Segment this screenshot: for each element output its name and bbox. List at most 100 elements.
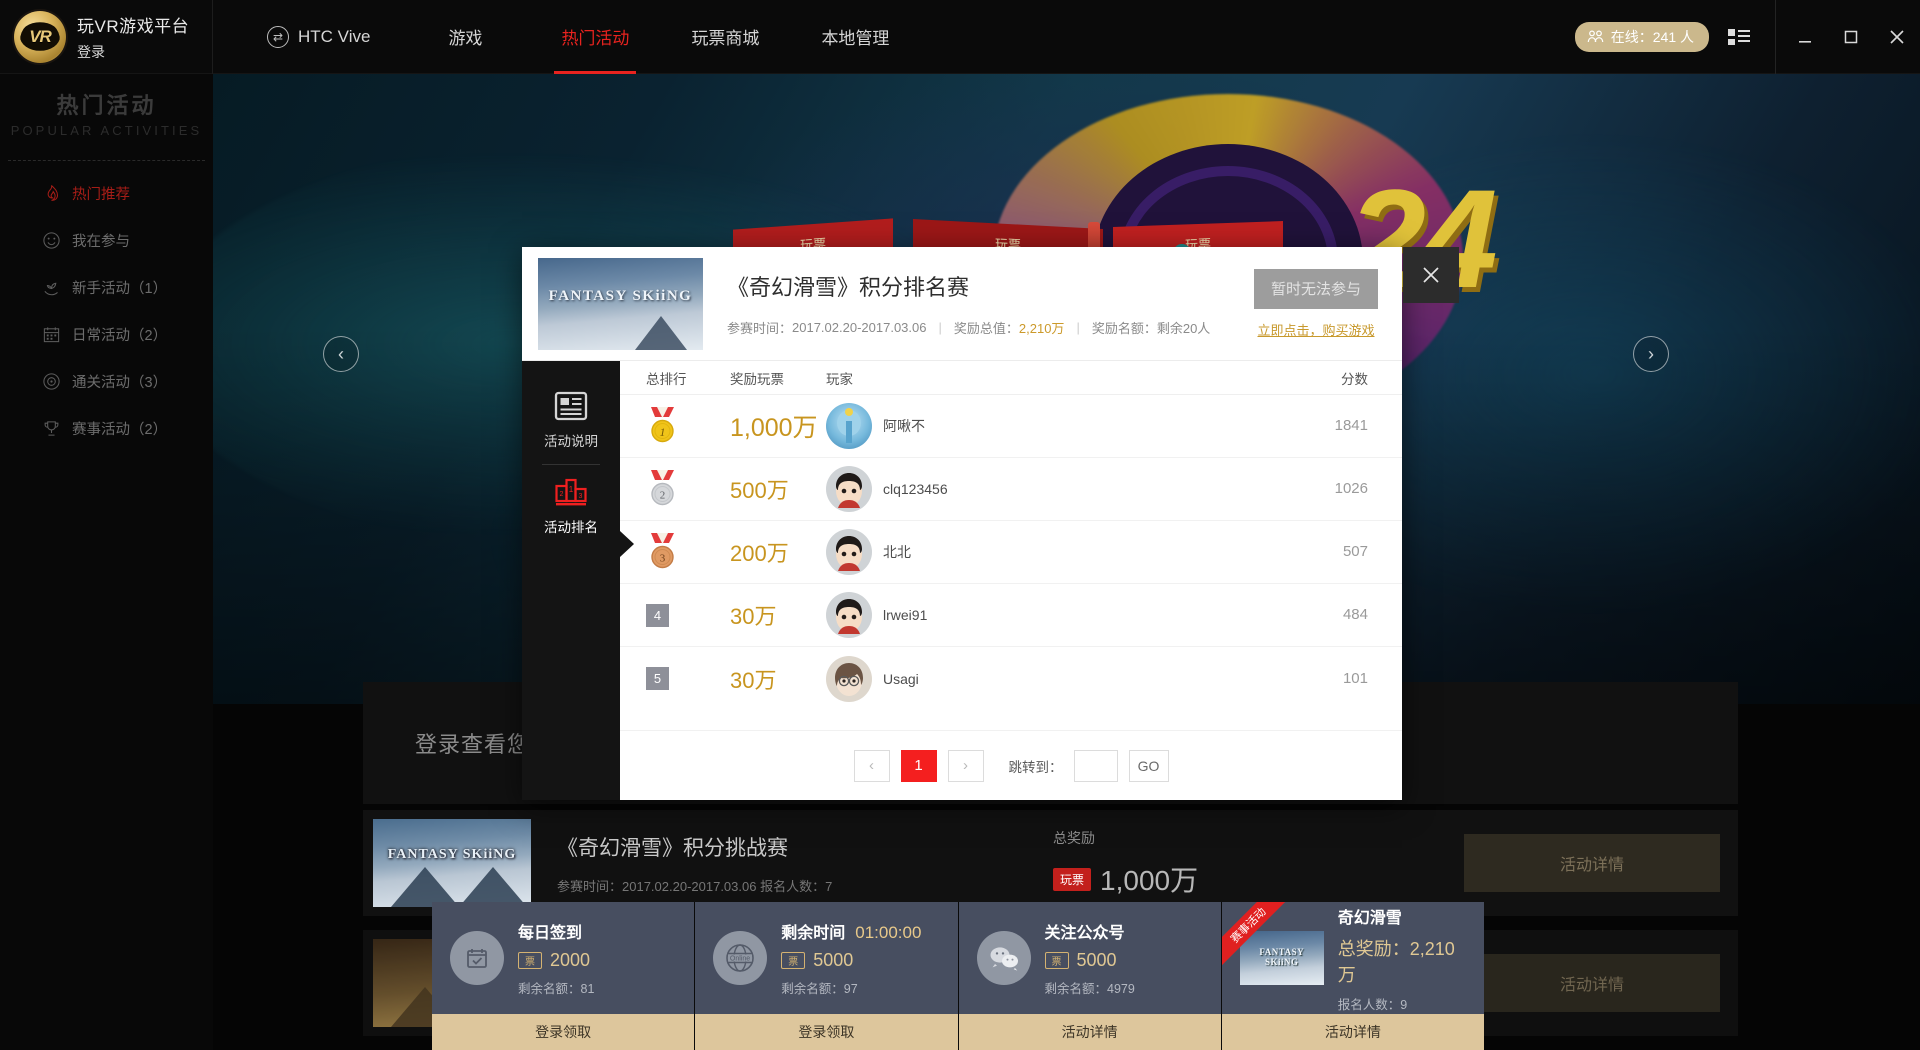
pagination-go-button[interactable]: GO bbox=[1128, 749, 1169, 782]
banner-prev-button[interactable]: ‹ bbox=[323, 336, 359, 372]
task-card-fantasy-skiing[interactable]: 赛事活动 FANTASY SKiiNG 奇幻滑雪 总奖励：2,210万 报名人数… bbox=[1221, 902, 1484, 1050]
table-row[interactable]: 3 200万 北北 507 bbox=[620, 521, 1402, 584]
tab-activity-ranking[interactable]: 1 2 3 活动排名 bbox=[522, 465, 620, 550]
task-subtext: 剩余名额：4979 bbox=[1044, 982, 1135, 996]
task-title: 剩余时间 bbox=[781, 925, 846, 942]
nav-item-popular-activities[interactable]: 热门活动 bbox=[530, 0, 660, 74]
nav-item-games[interactable]: 游戏 bbox=[400, 0, 530, 74]
nav-item-htc-vive[interactable]: ⇄ HTC Vive bbox=[237, 0, 400, 74]
sidebar-item-my-participation[interactable]: 我在参与 bbox=[0, 222, 213, 259]
tab-activity-description[interactable]: 活动说明 bbox=[522, 379, 620, 464]
activity-detail-button[interactable]: 活动详情 bbox=[1464, 834, 1720, 892]
app-root: VR 玩VR游戏平台 登录 ⇄ HTC Vive 游戏 热门活动 玩票商城 本地… bbox=[0, 0, 1920, 1050]
task-card-online-time[interactable]: Online 剩余时间 01:00:00 票 5000 剩余名额：97 登录领取 bbox=[695, 902, 959, 1050]
svg-text:3: 3 bbox=[579, 493, 583, 500]
player-score: 101 bbox=[1342, 669, 1368, 687]
article-icon bbox=[554, 391, 588, 421]
task-action-button[interactable]: 登录领取 bbox=[432, 1014, 695, 1050]
close-icon[interactable] bbox=[1874, 0, 1920, 74]
buy-game-link[interactable]: 立即点击，购买游戏 bbox=[1257, 320, 1374, 339]
reward-ticket-value: 200万 bbox=[730, 541, 789, 566]
avatar bbox=[826, 592, 872, 638]
pagination-next-button[interactable]: › bbox=[947, 749, 984, 782]
tab-active-pointer bbox=[620, 531, 634, 557]
task-subtext: 剩余名额：97 bbox=[781, 982, 858, 996]
task-subtext: 报名人数：9 bbox=[1337, 997, 1408, 1012]
banner-next-button[interactable]: › bbox=[1633, 336, 1669, 372]
ranking-panel: 总排行 奖励玩票 玩家 分数 1 1,000万 阿啾不 1841 2 500万 … bbox=[620, 361, 1402, 800]
task-title-row: 剩余时间 01:00:00 bbox=[781, 919, 921, 943]
nav-item-label: 玩票商城 bbox=[691, 29, 760, 48]
minimize-icon[interactable] bbox=[1782, 0, 1828, 74]
sidebar-item-label: 通关活动（3） bbox=[72, 375, 168, 391]
task-reward-value: 5000 bbox=[813, 950, 854, 970]
table-row[interactable]: 5 30万 Usagi 101 bbox=[620, 647, 1402, 710]
modal-close-button[interactable] bbox=[1403, 247, 1459, 303]
sidebar-item-label: 赛事活动（2） bbox=[72, 422, 168, 438]
svg-text:1: 1 bbox=[660, 425, 666, 439]
main-nav: ⇄ HTC Vive 游戏 热门活动 玩票商城 本地管理 bbox=[237, 0, 920, 74]
ranking-table-header: 总排行 奖励玩票 玩家 分数 bbox=[620, 361, 1402, 395]
sidebar-heading: 热门活动 POPULAR ACTIVITIES bbox=[0, 74, 213, 154]
maximize-icon[interactable] bbox=[1828, 0, 1874, 74]
brand-area[interactable]: VR 玩VR游戏平台 登录 bbox=[0, 0, 213, 74]
avatar bbox=[826, 403, 872, 449]
modal-meta: 参赛时间： 2017.02.20-2017.03.06 | 奖励总值： 2,21… bbox=[727, 318, 1254, 337]
nav-item-label: 热门活动 bbox=[561, 29, 630, 48]
globe-online-icon: Online bbox=[713, 931, 768, 985]
sidebar-item-hot-recommend[interactable]: 热门推荐 bbox=[0, 175, 213, 212]
task-reward-value: 总奖励：2,210万 bbox=[1337, 938, 1455, 985]
app-logo-icon: VR bbox=[14, 10, 66, 63]
task-title: 奇幻滑雪 bbox=[1337, 909, 1402, 927]
sidebar-item-daily-activities[interactable]: 日常活动（2） bbox=[0, 316, 213, 353]
login-link[interactable]: 登录 bbox=[77, 42, 189, 62]
reward-ticket-value: 30万 bbox=[730, 667, 777, 693]
brand-text: 玩VR游戏平台 登录 bbox=[77, 12, 189, 62]
pagination-jump-input[interactable] bbox=[1073, 749, 1118, 782]
task-card-daily-checkin[interactable]: 每日签到 票 2000 剩余名额：81 登录领取 bbox=[432, 902, 696, 1050]
fire-icon bbox=[47, 185, 59, 201]
list-view-icon[interactable] bbox=[1725, 23, 1753, 51]
task-reward-value: 5000 bbox=[1076, 950, 1117, 970]
task-action-button[interactable]: 活动详情 bbox=[1221, 1014, 1484, 1050]
sidebar-item-newbie-activities[interactable]: 新手活动（1） bbox=[0, 269, 213, 306]
activity-prize-label: 总奖励 bbox=[1053, 830, 1095, 846]
online-count-badge[interactable]: 在线：241 人 bbox=[1574, 21, 1709, 52]
tab-label: 活动排名 bbox=[544, 520, 598, 535]
activity-row[interactable]: FANTASY SKiiNG 《奇幻滑雪》积分挑战赛 参赛时间：2017.02.… bbox=[363, 810, 1738, 916]
player-score: 507 bbox=[1342, 543, 1368, 560]
activity-meta: 参赛时间：2017.02.20-2017.03.06 报名人数：7 bbox=[557, 878, 833, 894]
join-activity-button[interactable]: 暂时无法参与 bbox=[1254, 268, 1378, 309]
task-card-wechat-follow[interactable]: 关注公众号 票 5000 剩余名额：4979 活动详情 bbox=[958, 902, 1222, 1050]
task-action-button[interactable]: 登录领取 bbox=[695, 1014, 958, 1050]
tab-label: 活动说明 bbox=[544, 434, 598, 449]
modal-tab-rail: 活动说明 1 2 3 活动排名 bbox=[522, 361, 634, 800]
task-title: 每日签到 bbox=[518, 925, 583, 942]
pagination-page-1[interactable]: 1 bbox=[900, 749, 937, 782]
task-action-button[interactable]: 活动详情 bbox=[958, 1014, 1221, 1050]
activity-prize: 总奖励 玩票 1,000万 bbox=[1053, 828, 1198, 899]
sidebar-item-clearance-activities[interactable]: 通关活动（3） bbox=[0, 363, 213, 400]
svg-text:3: 3 bbox=[660, 553, 666, 565]
table-row[interactable]: 4 30万 lrwei91 484 bbox=[620, 584, 1402, 647]
meta-separator: | bbox=[1076, 320, 1080, 335]
top-right-area: 在线：241 人 bbox=[1574, 0, 1920, 74]
trophy-icon bbox=[44, 421, 59, 436]
pagination: ‹ 1 › 跳转到： GO bbox=[620, 730, 1402, 800]
nav-item-local-management[interactable]: 本地管理 bbox=[790, 0, 920, 74]
player-score: 484 bbox=[1342, 606, 1368, 623]
meta-prize-value: 2,210万 bbox=[1018, 321, 1065, 336]
player-name: Usagi bbox=[883, 670, 919, 687]
sidebar-item-label: 我在参与 bbox=[72, 234, 130, 250]
nav-item-ticket-mall[interactable]: 玩票商城 bbox=[660, 0, 790, 74]
pagination-jump-label: 跳转到： bbox=[1008, 759, 1063, 775]
pagination-prev-button[interactable]: ‹ bbox=[853, 749, 890, 782]
activity-info: 《奇幻滑雪》积分挑战赛 参赛时间：2017.02.20-2017.03.06 报… bbox=[557, 832, 832, 895]
table-row[interactable]: 2 500万 clq123456 1026 bbox=[620, 458, 1402, 521]
rank-number: 5 bbox=[646, 667, 669, 690]
table-row[interactable]: 1 1,000万 阿啾不 1841 bbox=[620, 395, 1402, 458]
sidebar-item-tournament-activities[interactable]: 赛事活动（2） bbox=[0, 410, 213, 447]
activity-detail-button[interactable]: 活动详情 bbox=[1464, 954, 1720, 1012]
task-thumb-text: FANTASY SKiiNG bbox=[1259, 947, 1305, 967]
modal-title: 《奇幻滑雪》积分排名赛 bbox=[727, 275, 970, 300]
